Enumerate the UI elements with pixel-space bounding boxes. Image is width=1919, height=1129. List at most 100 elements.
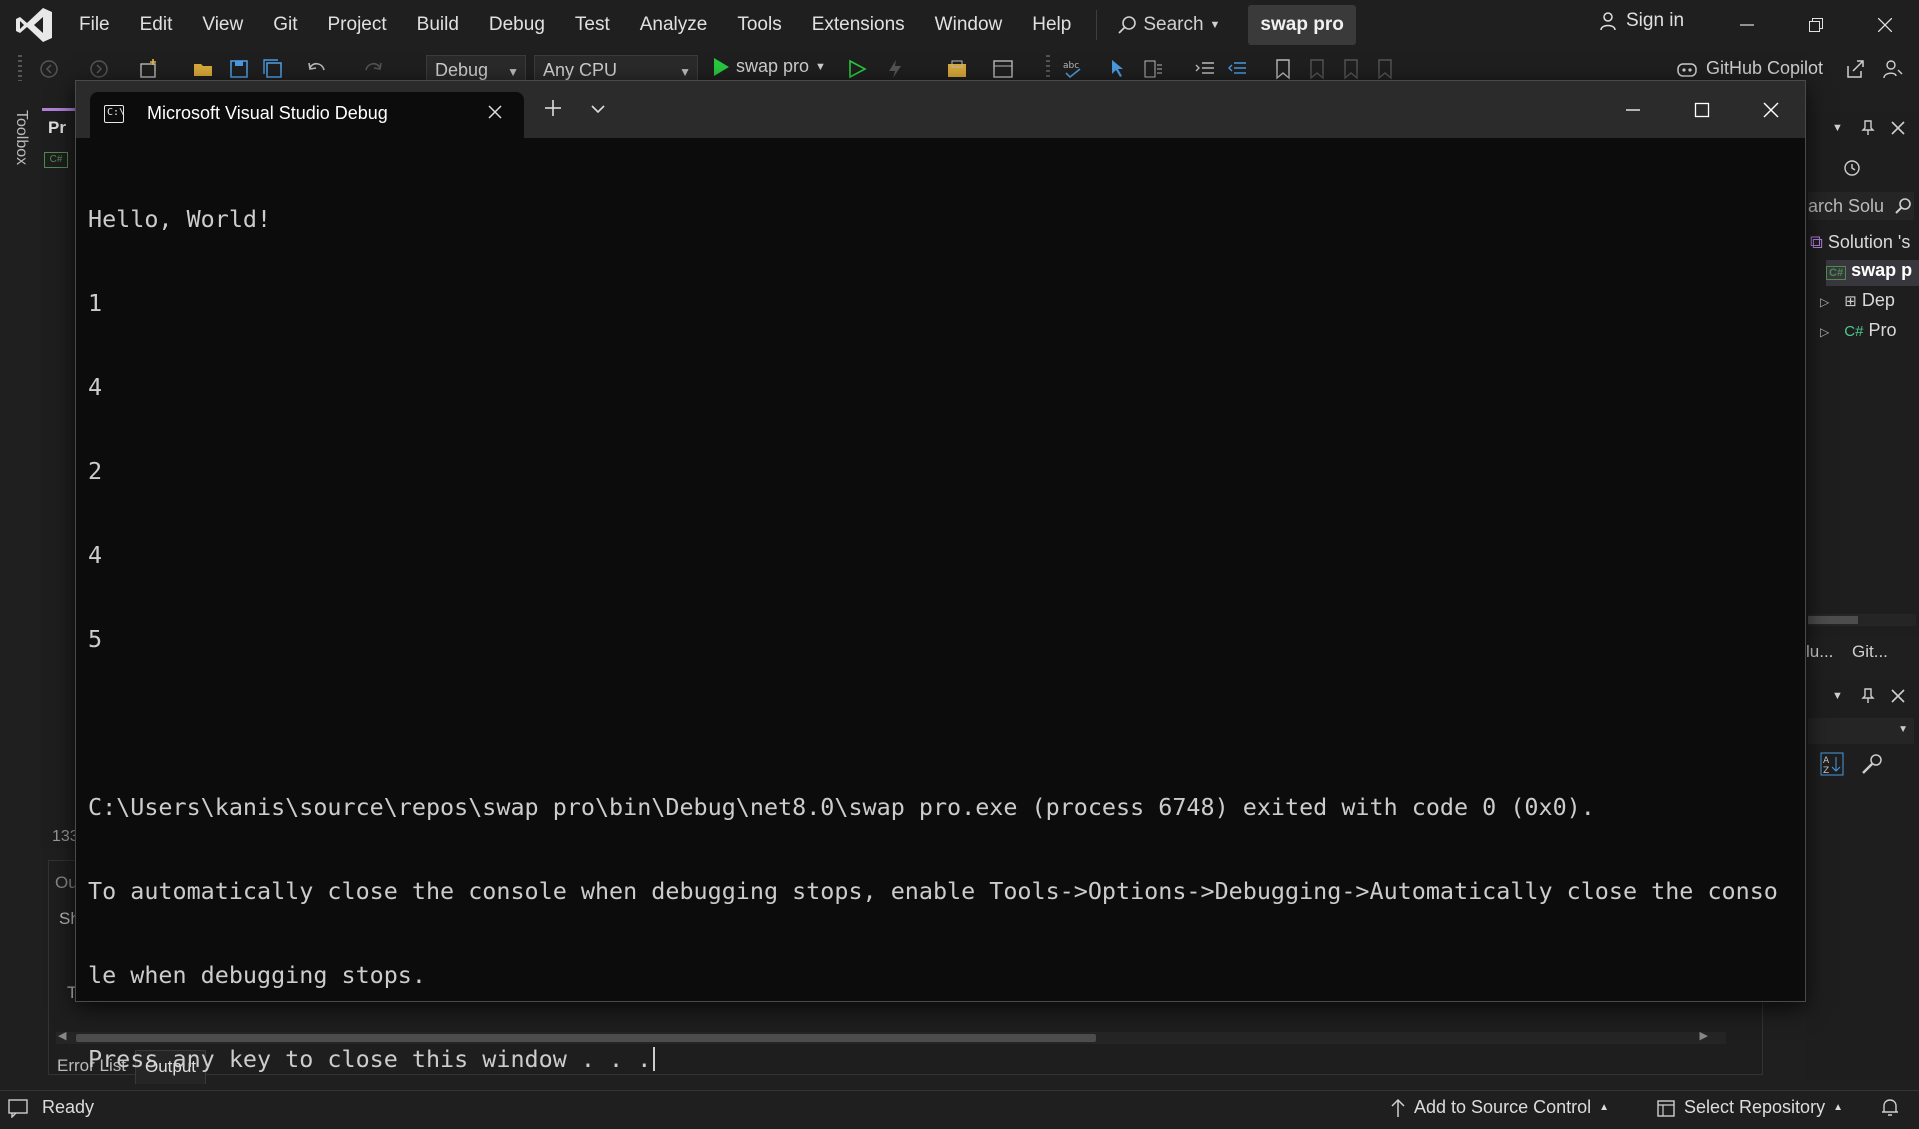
menu-debug[interactable]: Debug: [474, 14, 560, 36]
redo-icon[interactable]: [362, 58, 384, 80]
tab-close-icon[interactable]: [488, 102, 502, 125]
chevron-down-icon: ▼: [1898, 724, 1908, 735]
menu-extensions[interactable]: Extensions: [797, 14, 920, 36]
indent-icon[interactable]: [1194, 58, 1216, 80]
pin-icon[interactable]: [1860, 120, 1876, 136]
console-tab-title: Microsoft Visual Studio Debug Console: [147, 103, 393, 123]
undo-icon[interactable]: [306, 58, 328, 80]
console-output[interactable]: Hello, World! 1 4 2 4 5 C:\Users\kanis\s…: [88, 149, 1793, 1073]
toolbox-tab[interactable]: Toolbox: [12, 110, 30, 165]
new-project-icon[interactable]: [138, 58, 160, 80]
sort-alphabetical-icon[interactable]: AZ: [1820, 752, 1844, 776]
share-icon[interactable]: [1844, 58, 1866, 80]
tab-dropdown-button[interactable]: [590, 99, 606, 121]
bookmark-clear-icon[interactable]: [1374, 58, 1396, 80]
play-icon: [714, 57, 729, 76]
restore-button[interactable]: [1781, 0, 1850, 50]
console-close-button[interactable]: [1736, 81, 1805, 138]
plus-icon: [545, 100, 561, 116]
property-pages-icon[interactable]: [1860, 752, 1884, 776]
tree-item-solution[interactable]: ⧉ Solution 's: [1810, 232, 1910, 253]
scrollbar-thumb[interactable]: [1808, 616, 1858, 624]
history-icon[interactable]: [1842, 158, 1862, 178]
tab-solution-explorer[interactable]: lu...: [1806, 642, 1833, 662]
toolbox-strip: [0, 90, 40, 1090]
format-icon[interactable]: [1142, 58, 1164, 80]
forward-icon[interactable]: [88, 58, 110, 80]
visual-studio-logo-icon[interactable]: [14, 6, 54, 44]
start-without-debugging-icon[interactable]: [846, 58, 868, 80]
properties-object-dropdown[interactable]: ▼: [1808, 718, 1914, 744]
close-button[interactable]: [1850, 0, 1919, 50]
bookmark-next-icon[interactable]: [1340, 58, 1362, 80]
close-icon[interactable]: [1890, 120, 1906, 136]
menu-help[interactable]: Help: [1017, 14, 1086, 36]
window-layout-icon[interactable]: [992, 58, 1014, 80]
expand-arrow-icon[interactable]: ▷: [1820, 295, 1829, 309]
panel-dropdown-icon[interactable]: ▼: [1832, 122, 1843, 134]
start-debugging-button[interactable]: swap pro ▼: [712, 56, 826, 77]
window-controls: [1712, 0, 1919, 50]
toolbar-grip[interactable]: [1046, 55, 1050, 81]
bookmark-prev-icon[interactable]: [1306, 58, 1328, 80]
menu-test[interactable]: Test: [560, 14, 625, 36]
copilot-label: GitHub Copilot: [1706, 58, 1824, 78]
toolbar-grip[interactable]: [18, 55, 22, 81]
select-cursor-icon[interactable]: [1108, 58, 1130, 80]
spell-check-icon[interactable]: abc: [1062, 58, 1084, 80]
sign-in-button[interactable]: Sign in: [1598, 10, 1684, 32]
console-minimize-button[interactable]: [1598, 81, 1667, 138]
status-ready: Ready: [42, 1097, 95, 1117]
notifications-bell-icon[interactable]: [1880, 1097, 1900, 1117]
close-icon[interactable]: [1890, 688, 1906, 704]
menu-edit[interactable]: Edit: [125, 14, 188, 36]
feedback-icon[interactable]: [1882, 58, 1904, 80]
search-button[interactable]: Search ▼: [1107, 14, 1230, 36]
dependencies-label: Dep: [1861, 290, 1895, 310]
save-icon[interactable]: [228, 58, 250, 80]
panel-dropdown-icon[interactable]: ▼: [1832, 690, 1843, 702]
open-folder-icon[interactable]: [192, 58, 214, 80]
menu-analyze[interactable]: Analyze: [625, 14, 723, 36]
chevron-down-icon: ▼: [815, 60, 826, 73]
bookmark-icon[interactable]: [1272, 58, 1294, 80]
notification-output-icon[interactable]: [8, 1098, 28, 1118]
hot-reload-icon[interactable]: [884, 58, 906, 80]
console-tab[interactable]: C:\ Microsoft Visual Studio Debug Consol…: [90, 92, 524, 138]
pin-icon[interactable]: [1860, 688, 1876, 704]
menu-view[interactable]: View: [187, 14, 258, 36]
text-cursor: [653, 1047, 656, 1071]
tree-item-dependencies[interactable]: ▷ ⊞ Dep: [1820, 290, 1895, 311]
solution-name-badge[interactable]: swap pro: [1248, 5, 1356, 45]
back-icon[interactable]: [38, 58, 60, 80]
tab-git-changes[interactable]: Git...: [1852, 642, 1888, 662]
minimize-button[interactable]: [1712, 0, 1781, 50]
menu-file[interactable]: File: [64, 14, 125, 36]
person-add-icon: [1600, 12, 1616, 31]
solution-horizontal-scrollbar[interactable]: [1808, 614, 1916, 626]
tree-item-program[interactable]: ▷ C# Pro: [1820, 320, 1896, 341]
menu-git[interactable]: Git: [258, 14, 312, 36]
new-tab-button[interactable]: [544, 95, 562, 121]
solution-explorer-panel: ▼ arch Solu ⧉ Solution 's C# swap p ▷ ⊞ …: [1806, 112, 1919, 652]
menu-project[interactable]: Project: [313, 14, 402, 36]
save-all-icon[interactable]: [262, 58, 284, 80]
tree-item-project[interactable]: C# swap p: [1826, 260, 1919, 286]
search-icon: [1118, 16, 1137, 34]
minimize-icon: [1739, 24, 1754, 26]
project-tab-fragment[interactable]: Pr: [48, 118, 66, 138]
chevron-down-icon: ▼: [1209, 19, 1221, 31]
scroll-left-icon[interactable]: ◀: [58, 1029, 66, 1042]
github-copilot-button[interactable]: GitHub Copilot: [1676, 58, 1823, 79]
solution-search-input[interactable]: arch Solu: [1808, 192, 1914, 220]
menu-build[interactable]: Build: [402, 14, 474, 36]
outdent-icon[interactable]: [1226, 58, 1248, 80]
menu-window[interactable]: Window: [920, 14, 1018, 36]
platform-value: Any CPU: [543, 59, 618, 80]
solution-explorer-toolbar-icon[interactable]: [946, 58, 968, 80]
chevron-down-icon: ▼: [507, 65, 519, 79]
console-maximize-button[interactable]: [1667, 81, 1736, 138]
menu-tools[interactable]: Tools: [722, 14, 796, 36]
expand-arrow-icon[interactable]: ▷: [1820, 325, 1829, 339]
